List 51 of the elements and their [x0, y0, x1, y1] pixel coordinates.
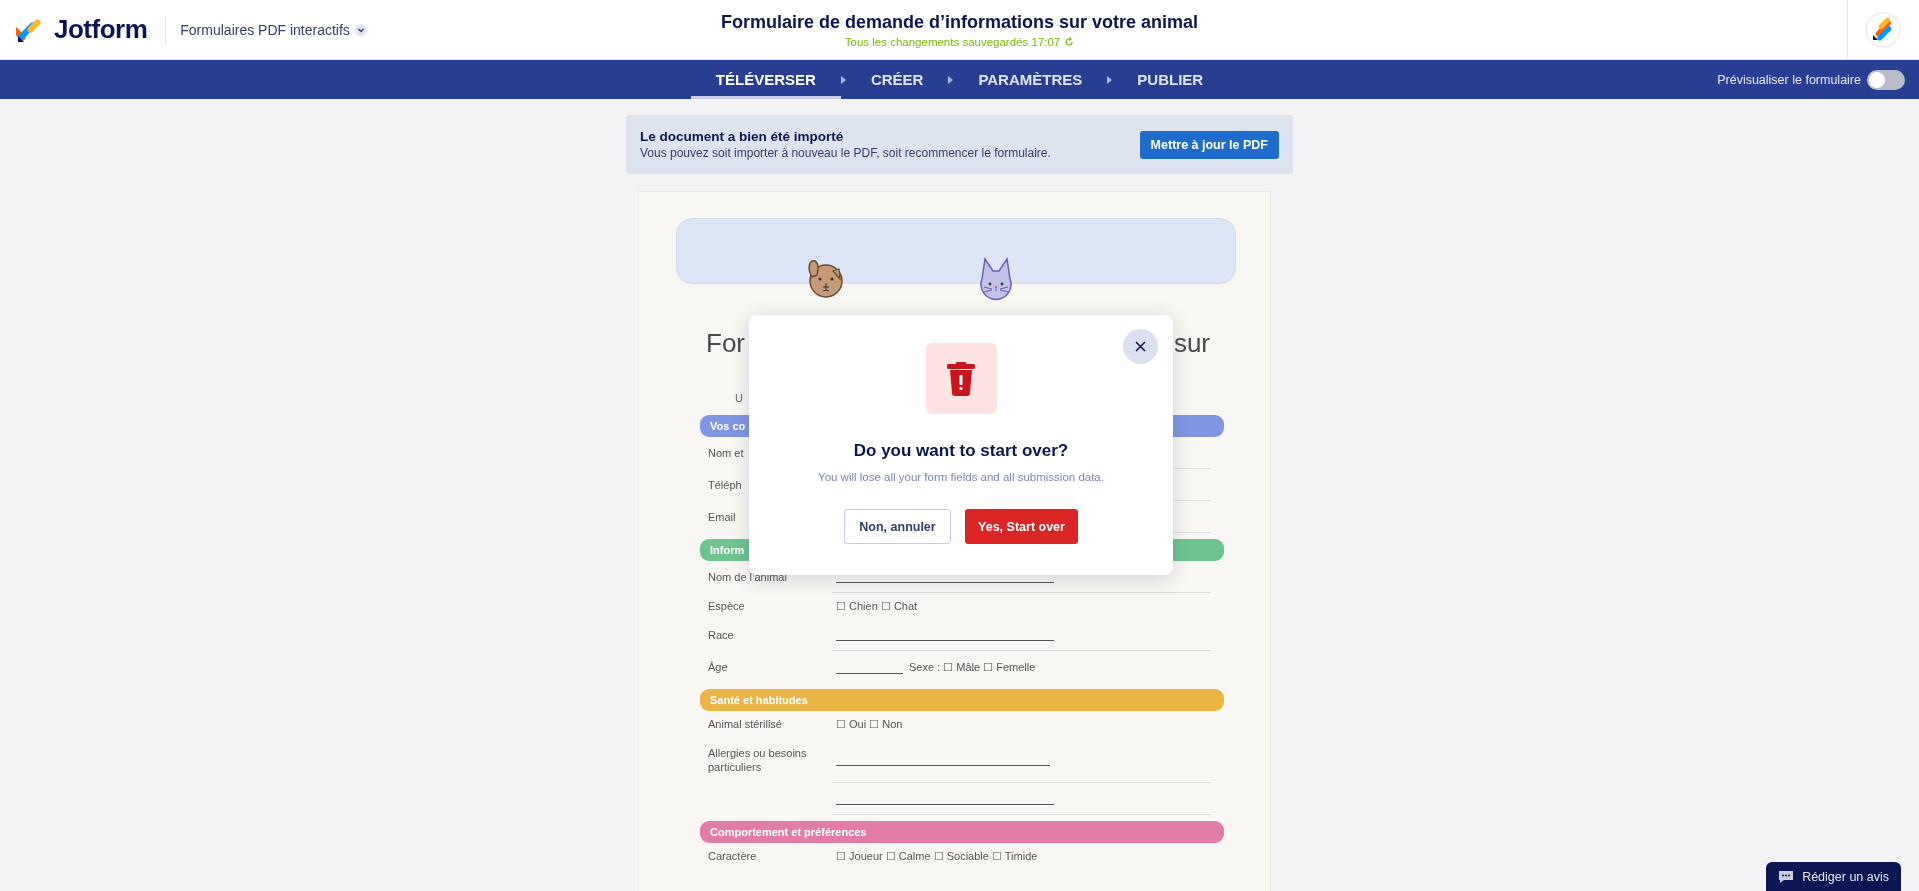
field-label: Allergies ou besoins particuliers: [707, 746, 808, 774]
field-options: ☐ Chien ☐ Chat: [836, 599, 918, 613]
section-title: Comportement et préférences: [710, 826, 867, 838]
section-title: Santé et habitudes: [710, 694, 808, 706]
nav-tab[interactable]: TÉLÉVERSER: [690, 60, 841, 99]
cat-icon: [977, 257, 1015, 303]
form-title: Formulaire de demande d’informations sur votre animal: [720, 11, 1199, 33]
field-label: Race: [707, 628, 735, 642]
chevron-down-icon[interactable]: [354, 23, 367, 36]
step-arrow-icon: [840, 75, 846, 84]
dialog-message: You will lose all your form fields and all submission data.: [818, 471, 1104, 483]
field-options: ☐ Joueur ☐ Calme ☐ Sociable ☐ Timide: [836, 849, 1038, 863]
save-status: Tous les changements sauvegardés 17:07: [844, 35, 1075, 48]
field-label: Nom de l’animal: [707, 570, 788, 584]
close-button[interactable]: [1123, 329, 1158, 364]
start-over-button[interactable]: Yes, Start over: [965, 509, 1078, 544]
form-intro: U: [735, 392, 743, 404]
feedback-button[interactable]: Rédiger un avis: [1766, 862, 1901, 891]
step-arrow-icon: [948, 75, 954, 84]
workspace-selector[interactable]: Formulaires PDF interactifs: [180, 21, 350, 38]
field-options: Sexe : ☐ Mâle ☐ Femelle: [909, 660, 1036, 674]
refresh-icon: [1064, 36, 1075, 47]
preview-toggle[interactable]: [1867, 69, 1905, 90]
close-icon: [1135, 341, 1146, 352]
trash-icon: [947, 361, 975, 396]
field-label: Caractère: [707, 849, 758, 863]
brand-name: Jotform: [54, 14, 148, 45]
nav-tab[interactable]: PARAMÈTRES: [953, 60, 1108, 99]
dog-icon: [805, 257, 845, 299]
field-label: Espèce: [707, 599, 746, 613]
field-options: ☐ Oui ☐ Non: [836, 717, 903, 731]
dialog-title: Do you want to start over?: [853, 441, 1069, 461]
field-label: Âge: [707, 660, 729, 674]
comment-icon: [1778, 869, 1795, 884]
cancel-button[interactable]: Non, annuler: [844, 509, 951, 544]
section-title: Inform: [710, 544, 745, 556]
field-label: Email: [707, 510, 737, 524]
avatar-icon[interactable]: [1865, 11, 1901, 48]
step-arrow-icon: [1107, 75, 1113, 84]
nav-tab[interactable]: CRÉER: [845, 60, 949, 99]
form-heading: For: [706, 327, 745, 360]
field-label: Nom et: [707, 446, 745, 460]
preview-label: Prévisualiser le formulaire: [1717, 72, 1861, 87]
update-pdf-button[interactable]: Mettre à jour le PDF: [1139, 130, 1279, 159]
nav-tab[interactable]: PUBLIER: [1112, 60, 1229, 99]
field-label: Téléph: [707, 478, 743, 492]
notice-text: Vous pouvez soit importer à nouveau le PDF, soit recommencer le formulaire.: [640, 146, 1051, 160]
form-heading: sur: [1173, 327, 1210, 360]
section-title: Vos co: [710, 420, 746, 432]
field-label: Animal stérilisé: [707, 717, 783, 731]
notice-title: Le document a bien été importé: [640, 129, 845, 144]
